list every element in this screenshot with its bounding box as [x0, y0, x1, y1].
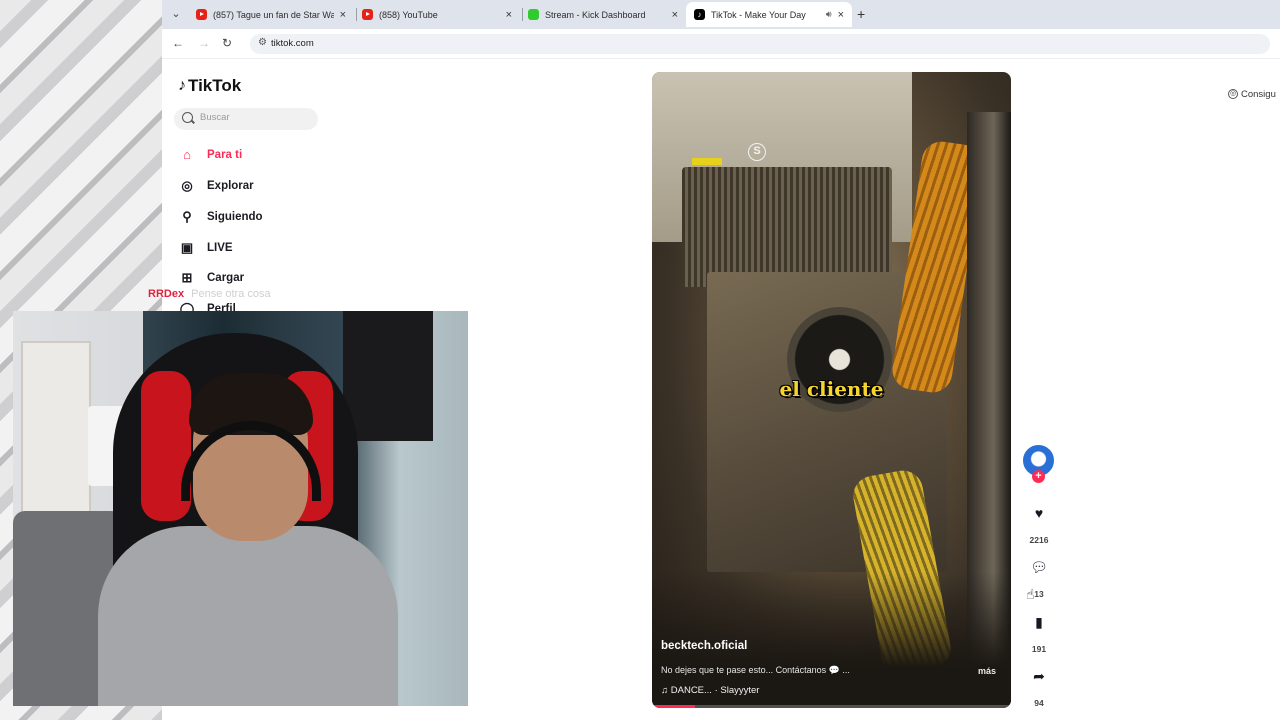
tab-tiktok[interactable]: ♪ TikTok - Make Your Day 🔊︎ × [686, 2, 852, 27]
video-music[interactable]: ♫ DANCE... · Slayyyter [661, 685, 759, 696]
sidebar-item-label: LIVE [207, 242, 233, 254]
bookmark-icon[interactable]: ▮ [1029, 612, 1049, 632]
tiktok-logo[interactable]: ♪ TikTok [178, 76, 241, 96]
upload-icon: ⊞ [181, 270, 193, 285]
video-sticker [692, 158, 722, 165]
save-count: 191 [1031, 644, 1047, 654]
forward-arrow-icon[interactable]: → [198, 36, 210, 50]
sidebar-item-cargar[interactable]: ⊞ Cargar [178, 270, 245, 286]
youtube-icon [362, 9, 373, 20]
compass-icon: ◎ [181, 178, 193, 193]
speaker-icon[interactable]: 🔊︎ [826, 9, 832, 20]
get-coins-button[interactable]: ◎ Consigu [1228, 86, 1276, 102]
video-caption: el cliente [779, 377, 884, 401]
like-count: 2216 [1029, 535, 1049, 545]
video-fan-grille [682, 167, 892, 287]
sidebar-item-label: Cargar [207, 272, 245, 284]
tab-close-icon[interactable]: × [506, 9, 512, 21]
live-icon: ▣ [180, 240, 194, 255]
sidebar-item-para-ti[interactable]: ⌂ Para ti [178, 147, 242, 162]
tiktok-icon: ♪ [694, 9, 705, 20]
coin-icon: ◎ [1228, 89, 1238, 99]
tab-label: Stream - Kick Dashboard [545, 9, 646, 20]
webcam-shelf [21, 341, 91, 531]
get-coins-label: Consigu [1241, 88, 1276, 100]
search-box[interactable] [174, 108, 318, 130]
logo-text: TikTok [188, 76, 242, 95]
sidebar-item-label: Para ti [207, 148, 243, 161]
chat-text: Pense otra cosa [191, 288, 271, 300]
tab-close-icon[interactable]: × [340, 9, 346, 21]
heart-icon[interactable]: ♥ [1029, 503, 1049, 523]
url-text: tiktok.com [271, 38, 314, 49]
tab-label: (858) YouTube [379, 9, 438, 20]
share-count: 94 [1034, 698, 1044, 708]
tab-close-icon[interactable]: × [672, 9, 678, 21]
site-settings-icon[interactable]: ⚙︎ [258, 37, 267, 48]
tab-close-icon[interactable]: × [838, 9, 844, 21]
video-progress-bar[interactable] [652, 705, 1011, 708]
following-icon: ⚲ [182, 209, 192, 224]
search-icon [182, 112, 193, 123]
share-icon[interactable]: ➦ [1029, 666, 1049, 686]
search-input[interactable] [200, 112, 310, 123]
new-tab-button[interactable]: + [857, 6, 865, 22]
comment-count: 13 [1034, 589, 1044, 599]
sidebar-item-label: Siguiendo [207, 211, 263, 223]
webcam-person-body [98, 526, 398, 706]
stream-chat-message: RRDex Pense otra cosa [148, 288, 271, 300]
video-progress-fill [652, 705, 696, 708]
webcam-tv [343, 311, 433, 441]
video-description: No dejes que te pase esto... Contáctanos… [661, 665, 850, 675]
browser-toolbar: ← → ↻ ⚙︎ tiktok.com [162, 29, 1280, 59]
kick-icon [528, 9, 539, 20]
back-arrow-icon[interactable]: ← [172, 36, 184, 50]
tab-label: TikTok - Make Your Day [711, 9, 806, 20]
watermark-logo: S [748, 143, 766, 161]
video-author[interactable]: becktech.oficial [661, 640, 747, 652]
reload-icon[interactable]: ↻ [222, 36, 232, 50]
sidebar-item-siguiendo[interactable]: ⚲ Siguiendo [178, 209, 263, 225]
tiktok-note-icon: ♪ [178, 77, 186, 94]
tab-label: (857) Tague un fan de Star Wars [213, 9, 334, 20]
more-link[interactable]: más [978, 666, 996, 676]
youtube-icon [196, 9, 207, 20]
sidebar-item-label: Explorar [207, 180, 254, 192]
browser-tabstrip: ⌄ (857) Tague un fan de Star Wars × (858… [162, 0, 1280, 29]
tab-kick-dashboard[interactable]: Stream - Kick Dashboard × [520, 2, 686, 27]
sidebar-item-live[interactable]: ▣ LIVE [178, 240, 233, 256]
chat-username: RRDex [148, 288, 185, 300]
webcam-feed [13, 311, 468, 706]
sidebar-item-explorar[interactable]: ◎ Explorar [178, 178, 254, 194]
tab-youtube-star-wars[interactable]: (857) Tague un fan de Star Wars × [188, 2, 354, 27]
comment-icon[interactable]: 💬︎ [1029, 557, 1049, 577]
video-player[interactable]: S el cliente becktech.oficial No dejes q… [652, 72, 1011, 708]
tab-search-chevron-icon[interactable]: ⌄ [168, 6, 184, 22]
tab-youtube[interactable]: (858) YouTube × [354, 2, 520, 27]
home-icon: ⌂ [183, 147, 191, 162]
mouse-cursor-icon: ☝︎ [1026, 586, 1035, 602]
follow-plus-icon[interactable]: + [1032, 470, 1045, 483]
address-bar[interactable]: ⚙︎ tiktok.com [250, 34, 1270, 54]
